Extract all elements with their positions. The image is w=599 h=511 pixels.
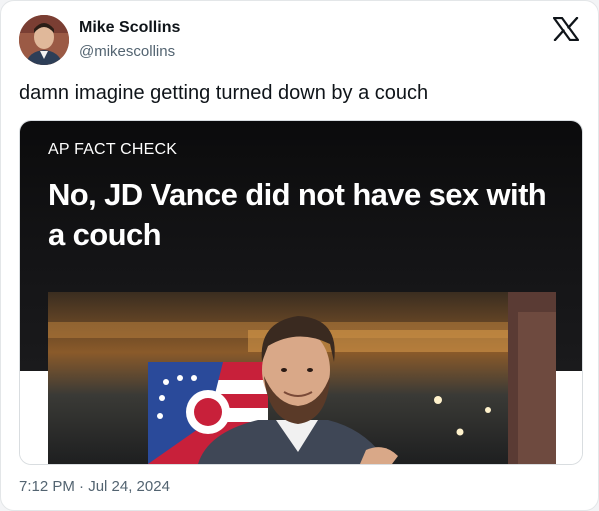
tweet-text: damn imagine getting turned down by a co… xyxy=(19,82,429,104)
tweet-card: Mike Scollins @mikescollins damn imagine… xyxy=(0,0,599,511)
author-handle[interactable]: @mikescollins xyxy=(79,43,175,60)
tweet-media[interactable]: AP FACT CHECK No, JD Vance did not have … xyxy=(19,120,583,465)
media-kicker: AP FACT CHECK xyxy=(48,141,178,158)
news-photo xyxy=(48,292,556,464)
avatar-photo-icon xyxy=(19,15,69,65)
tweet-timestamp[interactable]: 7:12 PM · Jul 24, 2024 xyxy=(19,478,170,495)
avatar[interactable] xyxy=(19,15,69,65)
author-name[interactable]: Mike Scollins xyxy=(79,19,180,37)
x-logo-icon[interactable] xyxy=(552,16,580,42)
media-headline: No, JD Vance did not have sex with a cou… xyxy=(48,177,547,252)
